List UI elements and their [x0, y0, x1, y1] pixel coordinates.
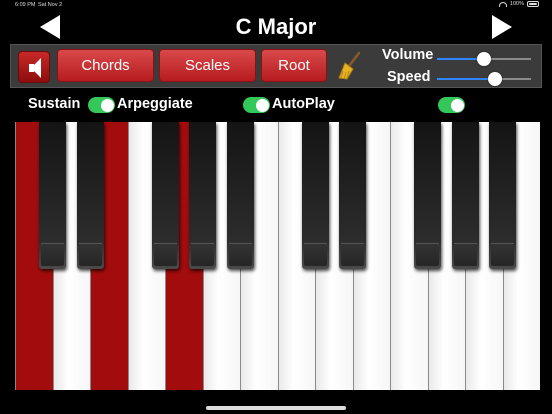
black-key[interactable]: [226, 122, 254, 269]
black-key[interactable]: [451, 122, 479, 269]
black-key[interactable]: [189, 122, 216, 269]
scales-button[interactable]: Scales: [159, 49, 256, 82]
autoplay-label: AutoPlay: [272, 96, 335, 112]
arpeggiate-toggle[interactable]: [243, 97, 270, 113]
speed-label: Speed: [387, 69, 431, 85]
battery-icon: [527, 1, 539, 7]
root-button[interactable]: Root: [261, 49, 327, 82]
black-key[interactable]: [489, 122, 516, 269]
page-title: C Major: [235, 14, 317, 39]
sustain-label: Sustain: [28, 96, 81, 112]
arpeggiate-label: Arpeggiate: [117, 96, 193, 112]
mute-button[interactable]: [18, 51, 50, 83]
next-arrow-icon[interactable]: [492, 15, 512, 39]
piano-keyboard: [15, 122, 540, 390]
status-right: 100%: [498, 1, 539, 7]
previous-arrow-icon[interactable]: [40, 15, 60, 39]
home-indicator: [206, 406, 346, 410]
black-key[interactable]: [301, 122, 329, 269]
speed-slider-fill: [437, 78, 496, 80]
chords-button[interactable]: Chords: [57, 49, 154, 82]
black-key[interactable]: [39, 122, 66, 269]
broom-icon[interactable]: [337, 51, 363, 81]
black-key[interactable]: [151, 122, 179, 269]
speed-slider-thumb[interactable]: [488, 72, 503, 86]
black-key[interactable]: [339, 122, 366, 269]
volume-slider[interactable]: [437, 52, 531, 66]
options-row: Sustain Arpeggiate AutoPlay: [0, 92, 552, 118]
autoplay-toggle[interactable]: [438, 97, 465, 113]
black-key[interactable]: [414, 122, 441, 269]
status-date: Sat Nov 2: [38, 2, 63, 8]
title-bar: C Major: [0, 10, 552, 44]
volume-slider-thumb[interactable]: [477, 52, 491, 66]
speaker-cone-icon: [31, 58, 41, 78]
status-bar: 6:09 PM Sat Nov 2 100%: [0, 0, 552, 10]
toolbar: Chords Scales Root Volume Speed: [10, 44, 542, 88]
speed-slider[interactable]: [437, 72, 531, 86]
sustain-toggle[interactable]: [88, 97, 115, 113]
battery-percent: 100%: [509, 1, 524, 7]
wifi-icon: [498, 1, 507, 7]
volume-label: Volume: [382, 47, 434, 63]
black-key[interactable]: [76, 122, 104, 269]
status-time: 6:09 PM: [15, 2, 36, 8]
